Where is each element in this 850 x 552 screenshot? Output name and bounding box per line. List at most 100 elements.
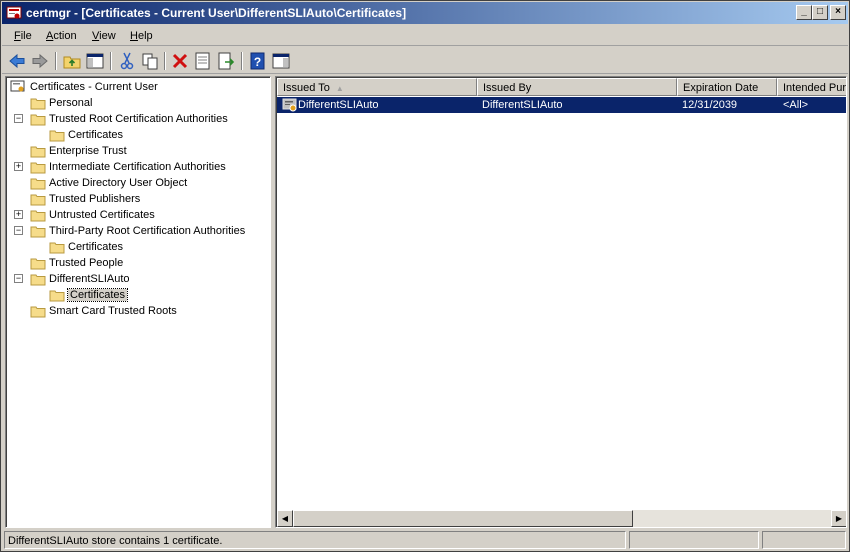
tree-label-enterprise-trust: Enterprise Trust: [49, 145, 127, 157]
menu-bar: File Action View Help: [2, 26, 848, 46]
scroll-left-button[interactable]: ◀: [277, 510, 293, 527]
expand-untrusted-toggle[interactable]: +: [14, 210, 23, 219]
window-title: certmgr - [Certificates - Current User\D…: [26, 6, 407, 20]
status-panel-empty: [629, 531, 759, 549]
certificate-icon: [282, 98, 297, 112]
copy-button[interactable]: [140, 51, 160, 71]
help-icon: ?: [250, 52, 265, 70]
certmgr-window: certmgr - [Certificates - Current User\D…: [0, 0, 850, 552]
column-label: Issued By: [483, 82, 532, 94]
export-list-button[interactable]: [216, 51, 236, 71]
svg-text:?: ?: [254, 55, 261, 69]
tree-label-personal: Personal: [49, 97, 93, 109]
close-button[interactable]: ×: [830, 5, 846, 20]
show-hide-action-pane-button[interactable]: [271, 51, 291, 71]
menu-help[interactable]: Help: [130, 30, 153, 42]
help-button[interactable]: ?: [248, 51, 268, 71]
back-button[interactable]: [7, 51, 27, 71]
tree-node-intermediate[interactable]: Intermediate Certification Authorities: [30, 159, 270, 175]
tree-node-untrusted[interactable]: Untrusted Certificates: [30, 207, 260, 223]
properties-icon: [195, 52, 210, 70]
export-icon: [218, 52, 235, 70]
tree-label-trusted-people: Trusted People: [49, 257, 124, 269]
column-header-issued-by[interactable]: Issued By: [477, 78, 677, 96]
forward-button[interactable]: [30, 51, 50, 71]
minimize-button[interactable]: _: [796, 5, 812, 20]
tree-node-trusted-root-certificates[interactable]: Certificates: [49, 127, 249, 143]
certmgr-app-icon: [6, 6, 22, 19]
cut-button[interactable]: [117, 51, 137, 71]
tree-node-differentsliauto-certificates-selected[interactable]: Certificates: [49, 287, 249, 303]
menu-help-accel: H: [130, 30, 138, 42]
back-icon: [9, 53, 25, 69]
tree-node-root[interactable]: Certificates - Current User: [10, 79, 260, 95]
certificate-list[interactable]: Issued To ▲ Issued By Expiration Date Int…: [275, 76, 847, 528]
status-panel-empty: [762, 531, 846, 549]
folder-icon: [30, 258, 46, 270]
tree-node-personal[interactable]: Personal: [30, 95, 260, 111]
tree-label-smart-card: Smart Card Trusted Roots: [49, 305, 177, 317]
tree-node-trusted-publishers[interactable]: Trusted Publishers: [30, 191, 260, 207]
tree-label-certificates: Certificates: [68, 241, 124, 253]
tree-node-trusted-people[interactable]: Trusted People: [30, 255, 260, 271]
delete-button[interactable]: [170, 51, 190, 71]
table-row[interactable]: DifferentSLIAuto DifferentSLIAuto 12/31/…: [277, 97, 846, 113]
folder-icon: [30, 274, 46, 286]
folder-icon: [30, 98, 46, 110]
folder-icon: [30, 226, 46, 238]
tree-node-differentsliauto[interactable]: DifferentSLIAuto: [30, 271, 260, 287]
copy-icon: [142, 53, 158, 70]
tree-node-enterprise-trust[interactable]: Enterprise Trust: [30, 143, 260, 159]
menu-view-label: iew: [99, 30, 116, 42]
up-one-level-button[interactable]: [62, 51, 82, 71]
toolbar-separator: [164, 52, 166, 70]
menu-file[interactable]: File: [14, 30, 32, 42]
menu-file-accel: F: [14, 30, 21, 42]
status-bar: DifferentSLIAuto store contains 1 certif…: [2, 530, 848, 550]
tree-label-untrusted: Untrusted Certificates: [49, 209, 155, 221]
tree-label-differentsliauto: DifferentSLIAuto: [49, 273, 130, 285]
scrollbar-thumb[interactable]: [293, 510, 633, 527]
menu-file-label: ile: [20, 30, 32, 42]
toolbar-separator: [55, 52, 57, 70]
folder-icon: [30, 162, 46, 174]
column-label: Issued To: [283, 82, 330, 94]
toolbar: ?: [2, 48, 848, 74]
column-header-intended-purposes[interactable]: Intended Pur: [777, 78, 846, 96]
cell-intended-purposes: <All>: [783, 99, 809, 111]
folder-icon: [49, 242, 65, 254]
tree-label-certificates: Certificates: [66, 288, 129, 302]
properties-button[interactable]: [193, 51, 213, 71]
list-header: Issued To ▲ Issued By Expiration Date Int…: [277, 78, 846, 96]
collapse-third-party-root-toggle[interactable]: −: [14, 226, 23, 235]
maximize-button[interactable]: □: [812, 5, 828, 20]
show-hide-tree-icon: [86, 53, 104, 69]
cell-issued-to: DifferentSLIAuto: [298, 99, 379, 111]
tree-node-third-party-root[interactable]: Third-Party Root Certification Authoriti…: [30, 223, 270, 239]
expand-intermediate-toggle[interactable]: +: [14, 162, 23, 171]
horizontal-scrollbar[interactable]: ◀ ▶: [277, 510, 846, 527]
delete-icon: [172, 53, 188, 69]
status-text: DifferentSLIAuto store contains 1 certif…: [4, 531, 626, 549]
menu-action[interactable]: Action: [46, 30, 77, 42]
column-header-issued-to[interactable]: Issued To ▲: [277, 78, 477, 96]
title-bar[interactable]: certmgr - [Certificates - Current User\D…: [2, 2, 848, 24]
menu-action-label: ction: [53, 30, 77, 42]
tree-node-trusted-root[interactable]: Trusted Root Certification Authorities: [30, 111, 270, 127]
show-hide-action-pane-icon: [272, 53, 290, 69]
console-tree[interactable]: Certificates - Current User Personal − T…: [5, 76, 271, 528]
tree-node-active-directory[interactable]: Active Directory User Object: [30, 175, 260, 191]
collapse-differentsliauto-toggle[interactable]: −: [14, 274, 23, 283]
up-folder-icon: [63, 56, 81, 69]
cell-issued-by: DifferentSLIAuto: [482, 99, 563, 111]
collapse-trusted-root-toggle[interactable]: −: [14, 114, 23, 123]
column-header-expiration-date[interactable]: Expiration Date: [677, 78, 777, 96]
tree-node-third-party-certificates[interactable]: Certificates: [49, 239, 249, 255]
folder-icon: [30, 114, 46, 126]
tree-node-smart-card[interactable]: Smart Card Trusted Roots: [30, 303, 260, 319]
show-hide-tree-button[interactable]: [85, 51, 105, 71]
menu-view[interactable]: View: [92, 30, 116, 42]
cell-expiration-date: 12/31/2039: [682, 99, 738, 111]
column-label: Intended Pur: [783, 82, 846, 94]
scroll-right-button[interactable]: ▶: [831, 510, 846, 527]
